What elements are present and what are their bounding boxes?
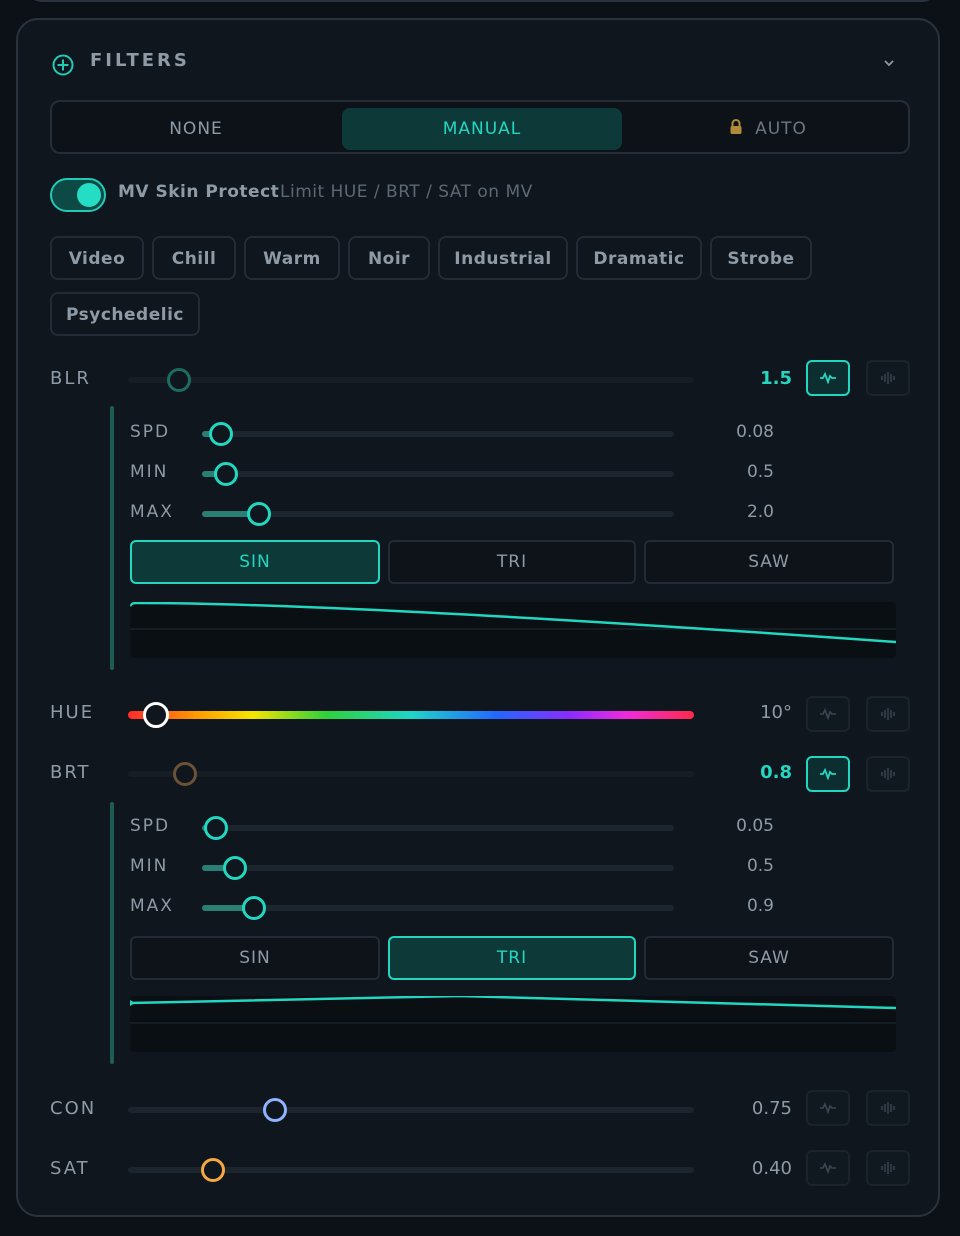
sat-audio-toggle[interactable] [866,1150,910,1186]
audio-bars-icon [881,372,895,384]
sat-value: 0.40 [751,1158,792,1179]
mode-auto-label: AUTO [755,119,807,139]
blr-wave-tri-button[interactable]: TRI [388,540,636,584]
brt-wave-tri-button[interactable]: TRI [388,936,636,980]
filters-panel: FILTERS NONE MANUAL AUTO MV Skin Protect… [16,18,940,1217]
toggle-knob [77,183,101,207]
brt-max-slider[interactable] [202,896,674,920]
brt-label: BRT [50,762,91,783]
preset-chip-dramatic[interactable]: Dramatic [576,236,702,280]
brt-max-label: MAX [130,896,174,916]
blr-min-value: 0.5 [746,462,774,482]
chevron-down-icon[interactable] [880,54,898,72]
preset-chip-strobe[interactable]: Strobe [710,236,812,280]
mode-selector: NONE MANUAL AUTO [50,100,910,154]
con-audio-toggle[interactable] [866,1090,910,1126]
con-slider[interactable] [128,1098,694,1122]
blr-lfo-waveform [130,602,896,644]
preset-chip-psychedelic[interactable]: Psychedelic [50,292,200,336]
brt-spd-label: SPD [130,816,171,836]
brt-lfo-group-bar [110,802,114,1064]
mode-manual-button[interactable]: MANUAL [342,108,622,150]
blr-min-slider[interactable] [202,462,674,486]
blr-wave-sin-button[interactable]: SIN [130,540,380,584]
lock-icon [730,119,742,134]
sat-label: SAT [50,1158,90,1179]
preset-chip-warm[interactable]: Warm [244,236,340,280]
hue-slider[interactable] [128,702,694,728]
brt-wave-sin-button[interactable]: SIN [130,936,380,980]
brt-min-label: MIN [130,856,169,876]
brt-min-value: 0.5 [746,856,774,876]
blr-max-label: MAX [130,502,174,522]
blr-lfo-group-bar [110,406,114,670]
waveform-icon [820,372,836,384]
brt-lfo-waveform [130,996,896,1024]
brt-value: 0.8 [760,762,792,783]
blr-slider[interactable] [128,368,694,392]
blr-spd-label: SPD [130,422,171,442]
brt-spd-value: 0.05 [736,816,774,836]
waveform-icon [820,1102,836,1114]
sat-slider[interactable] [128,1158,694,1182]
skin-protect-description: Limit HUE / BRT / SAT on MV [280,182,533,202]
hue-audio-toggle[interactable] [866,696,910,732]
brt-max-thumb[interactable] [241,896,266,920]
con-value: 0.75 [751,1098,792,1119]
brt-wave-saw-button[interactable]: SAW [644,936,894,980]
preset-chip-industrial[interactable]: Industrial [438,236,568,280]
hue-label: HUE [50,702,95,723]
brt-min-slider[interactable] [202,856,674,880]
brt-min-thumb[interactable] [223,856,248,880]
blr-spd-value: 0.08 [736,422,774,442]
blr-lfo-preview [130,602,896,658]
audio-bars-icon [881,768,895,780]
waveform-icon [820,1162,836,1174]
con-slider-thumb[interactable] [263,1098,288,1122]
waveform-icon [820,708,836,720]
brt-lfo-toggle[interactable] [806,756,850,792]
blr-max-slider[interactable] [202,502,674,526]
skin-protect-toggle[interactable] [50,178,106,212]
audio-bars-icon [881,1162,895,1174]
skin-protect-label: MV Skin Protect [118,182,280,202]
preset-chip-chill[interactable]: Chill [152,236,236,280]
blr-label: BLR [50,368,91,389]
mode-none-button[interactable]: NONE [58,108,334,150]
blr-wave-saw-button[interactable]: SAW [644,540,894,584]
blr-audio-toggle[interactable] [866,360,910,396]
brt-max-value: 0.9 [746,896,774,916]
brt-spd-thumb[interactable] [204,816,229,840]
previous-panel-edge [26,0,938,2]
sat-slider-thumb[interactable] [200,1158,225,1182]
con-lfo-toggle[interactable] [806,1090,850,1126]
mode-auto-button[interactable]: AUTO [630,108,906,150]
blr-min-label: MIN [130,462,169,482]
preset-chip-noir[interactable]: Noir [348,236,430,280]
blr-spd-thumb[interactable] [208,422,233,446]
audio-bars-icon [881,1102,895,1114]
sat-lfo-toggle[interactable] [806,1150,850,1186]
blr-slider-thumb[interactable] [166,368,191,392]
plus-circle-icon[interactable] [52,54,74,76]
audio-bars-icon [881,708,895,720]
blr-min-thumb[interactable] [213,462,238,486]
waveform-icon [820,768,836,780]
con-label: CON [50,1098,97,1119]
blr-value: 1.5 [760,368,792,389]
brt-slider[interactable] [128,762,694,786]
section-title: FILTERS [90,50,190,71]
brt-slider-thumb[interactable] [172,762,197,786]
brt-spd-slider[interactable] [202,816,674,840]
brt-lfo-preview [130,996,896,1052]
blr-max-value: 2.0 [746,502,774,522]
preset-chip-video[interactable]: Video [50,236,144,280]
blr-max-thumb[interactable] [246,502,271,526]
blr-spd-slider[interactable] [202,422,674,446]
brt-audio-toggle[interactable] [866,756,910,792]
hue-lfo-toggle[interactable] [806,696,850,732]
blr-lfo-toggle[interactable] [806,360,850,396]
hue-value: 10° [760,702,792,723]
hue-slider-thumb[interactable] [143,702,170,728]
